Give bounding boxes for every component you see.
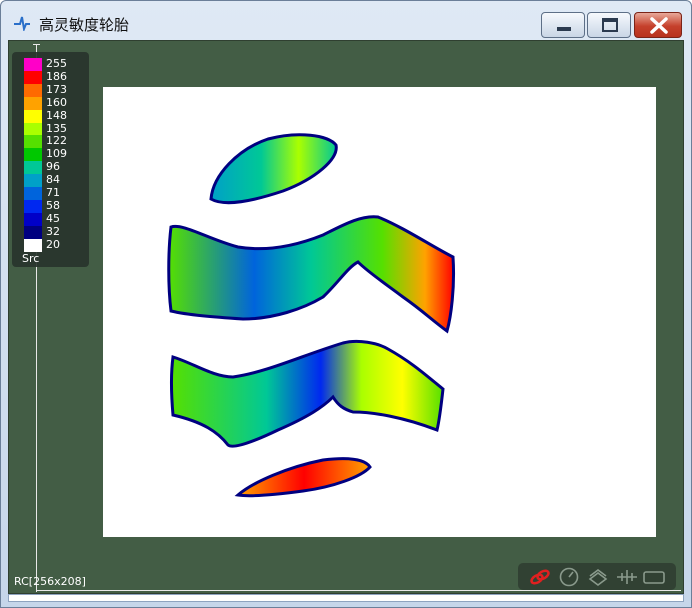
legend-swatch: [24, 122, 42, 136]
legend-swatch: [24, 225, 42, 239]
horizontal-cursor-line[interactable]: [36, 590, 681, 591]
tire-heatmap: [167, 133, 456, 498]
app-icon: [14, 16, 30, 31]
legend-swatch: [24, 58, 42, 71]
legend-source-label: Src: [22, 252, 40, 265]
legend-swatch: [24, 148, 42, 162]
maximize-icon: [602, 18, 618, 32]
legend-swatch: [24, 187, 42, 200]
legend-label: 58: [46, 198, 60, 212]
legend-label: 45: [46, 211, 60, 225]
legend-swatch: [24, 199, 42, 213]
legend-label: 148: [46, 108, 67, 122]
rectangle-icon[interactable]: [642, 567, 666, 587]
legend-label: 84: [46, 173, 60, 187]
legend-swatch: [24, 161, 42, 175]
legend-label: 109: [46, 147, 67, 161]
signal-icon[interactable]: [615, 567, 639, 587]
compass-icon[interactable]: [557, 567, 581, 587]
maximize-button[interactable]: [587, 12, 631, 38]
window-title: 高灵敏度轮胎: [39, 16, 130, 34]
legend-swatch: [24, 83, 42, 97]
legend-label: 160: [46, 95, 67, 109]
close-icon: [650, 17, 668, 34]
layers-icon[interactable]: [586, 567, 610, 587]
legend-swatch: [24, 96, 42, 110]
legend-swatch: [24, 212, 42, 226]
close-button[interactable]: [634, 12, 682, 38]
legend-swatch: [24, 70, 42, 84]
legend-label: 173: [46, 82, 67, 96]
legend-swatch: [24, 238, 42, 252]
thermal-image[interactable]: [103, 87, 656, 537]
legend-row: 20: [24, 237, 84, 252]
view-toolbar: [518, 563, 676, 590]
title-bar[interactable]: 高灵敏度轮胎: [1, 1, 691, 41]
legend-swatch: [24, 109, 42, 123]
cursor-line-cap: [33, 44, 40, 45]
resolution-status: RC[256x208]: [14, 575, 86, 588]
minimize-button[interactable]: [541, 12, 585, 38]
legend-label: 20: [46, 237, 60, 251]
legend-label: 96: [46, 160, 60, 174]
legend-label: 186: [46, 69, 67, 83]
color-legend: 255 186 173 160 148 135 122 109 96 84 71 58 45 32 20 Sr…: [12, 52, 89, 267]
legend-label: 71: [46, 186, 60, 199]
legend-label: 32: [46, 224, 60, 238]
link-icon[interactable]: [528, 567, 552, 587]
legend-label: 122: [46, 134, 67, 148]
legend-swatch: [24, 174, 42, 188]
minimize-icon: [557, 27, 571, 31]
legend-swatch: [24, 135, 42, 149]
window-bottom-border: [8, 594, 684, 602]
legend-label: 135: [46, 121, 67, 135]
legend-label: 255: [46, 57, 67, 70]
